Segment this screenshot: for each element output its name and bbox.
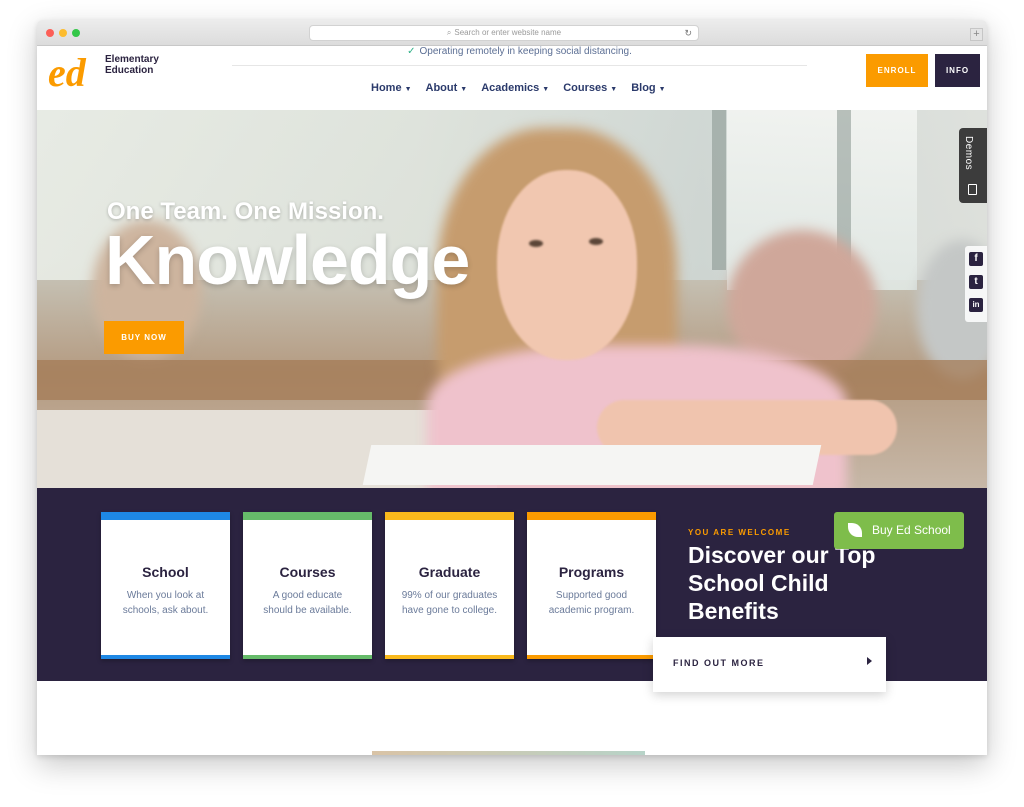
card-body: Supported good academic program. xyxy=(548,590,635,616)
buy-now-button[interactable]: BUY NOW xyxy=(104,321,184,354)
card-body: 99% of our graduates have gone to colleg… xyxy=(401,590,498,616)
welcome-eyebrow: YOU ARE WELCOME xyxy=(688,528,791,537)
hero-girl-face xyxy=(497,170,637,360)
demos-tab[interactable]: Demos xyxy=(959,128,987,203)
linkedin-icon[interactable]: in xyxy=(969,298,983,312)
nav-item-academics[interactable]: Academics ▼ xyxy=(481,82,549,94)
social-links: f t in xyxy=(965,246,987,322)
leaf-icon xyxy=(848,523,862,537)
close-window-button[interactable] xyxy=(46,29,54,37)
facebook-icon[interactable]: f xyxy=(969,252,983,266)
card-accent-top xyxy=(101,512,230,520)
card-body: A good educate should be available. xyxy=(263,590,352,616)
nav-label: About xyxy=(425,82,458,94)
site-header: ed Elementary Education ✓ Operating remot… xyxy=(37,46,987,110)
nav-label: Home xyxy=(371,82,402,94)
hero-title: Knowledge xyxy=(105,221,470,299)
nav-item-home[interactable]: Home ▼ xyxy=(371,82,412,94)
card-accent-bottom xyxy=(385,655,514,659)
feature-card-programs[interactable]: Programs Supported good academic program… xyxy=(527,512,656,659)
feature-card-courses[interactable]: Courses A good educate should be availab… xyxy=(243,512,372,659)
demos-label: Demos xyxy=(963,136,974,171)
hero-window-frame xyxy=(712,110,726,270)
logo-text[interactable]: Elementary Education xyxy=(105,54,159,76)
discover-heading: Discover our Top School Child Benefits xyxy=(688,542,876,624)
card-accent-bottom xyxy=(101,655,230,659)
chevron-down-icon: ▼ xyxy=(404,86,412,93)
card-accent-top xyxy=(243,512,372,520)
card-accent-bottom xyxy=(527,655,656,659)
card-body: When you look at schools, ask about. xyxy=(122,590,209,616)
reload-icon[interactable]: ↻ xyxy=(684,26,692,40)
address-bar[interactable]: ⌕ Search or enter website name ↻ xyxy=(309,25,699,41)
chevron-down-icon: ▼ xyxy=(542,86,550,93)
card-title: Programs xyxy=(558,564,625,580)
devices-icon xyxy=(968,184,977,195)
address-placeholder: Search or enter website name xyxy=(454,28,562,37)
card-title: School xyxy=(142,564,189,580)
caret-right-icon xyxy=(867,657,872,665)
logo-icon[interactable]: ed xyxy=(47,53,105,93)
nav-label: Blog xyxy=(631,82,656,94)
main-nav: Home ▼ About ▼ Academics ▼ Courses ▼ Blog ▼ xyxy=(371,82,666,94)
buy-ed-school-label: Buy Ed School xyxy=(872,523,951,537)
logo-line-2: Education xyxy=(105,65,154,76)
maximize-window-button[interactable] xyxy=(72,29,80,37)
find-out-more-button[interactable]: FIND OUT MORE xyxy=(653,637,886,692)
feature-card-school[interactable]: School When you look at schools, ask abo… xyxy=(101,512,230,659)
hero-girl-eye xyxy=(589,238,603,245)
browser-titlebar: ⌕ Search or enter website name ↻ + xyxy=(37,20,987,46)
card-accent-top xyxy=(385,512,514,520)
card-title: Graduate xyxy=(418,564,481,580)
card-accent-top xyxy=(527,512,656,520)
nav-label: Courses xyxy=(563,82,608,94)
feature-card-graduate[interactable]: Graduate 99% of our graduates have gone … xyxy=(385,512,514,659)
chevron-down-icon: ▼ xyxy=(658,86,666,93)
search-icon: ⌕ xyxy=(446,28,452,37)
nav-item-blog[interactable]: Blog ▼ xyxy=(631,82,665,94)
check-icon: ✓ xyxy=(407,46,416,57)
logo-line-1: Elementary xyxy=(105,54,159,65)
minimize-window-button[interactable] xyxy=(59,29,67,37)
nav-item-about[interactable]: About ▼ xyxy=(426,82,468,94)
buy-ed-school-button[interactable]: Buy Ed School xyxy=(834,512,964,549)
find-out-more-label: FIND OUT MORE xyxy=(673,658,765,668)
card-title: Courses xyxy=(279,564,336,580)
svg-text:ed: ed xyxy=(48,53,87,93)
chevron-down-icon: ▼ xyxy=(610,86,618,93)
nav-label: Academics xyxy=(481,82,540,94)
hero-girl-eye xyxy=(529,240,543,247)
nav-item-courses[interactable]: Courses ▼ xyxy=(563,82,617,94)
hero-notebook xyxy=(362,445,822,485)
card-accent-bottom xyxy=(243,655,372,659)
hero-section: One Team. One Mission. Knowledge BUY NOW… xyxy=(37,110,987,488)
notice-bar: ✓ Operating remotely in keeping social di… xyxy=(232,46,807,66)
chevron-down-icon: ▼ xyxy=(460,86,468,93)
notice-text: Operating remotely in keeping social dis… xyxy=(419,46,632,57)
enroll-button[interactable]: ENROLL xyxy=(866,54,928,87)
new-tab-button[interactable]: + xyxy=(970,28,983,41)
next-section-image-peek xyxy=(372,751,645,755)
info-button[interactable]: INFO xyxy=(935,54,980,87)
twitter-icon[interactable]: t xyxy=(969,275,983,289)
